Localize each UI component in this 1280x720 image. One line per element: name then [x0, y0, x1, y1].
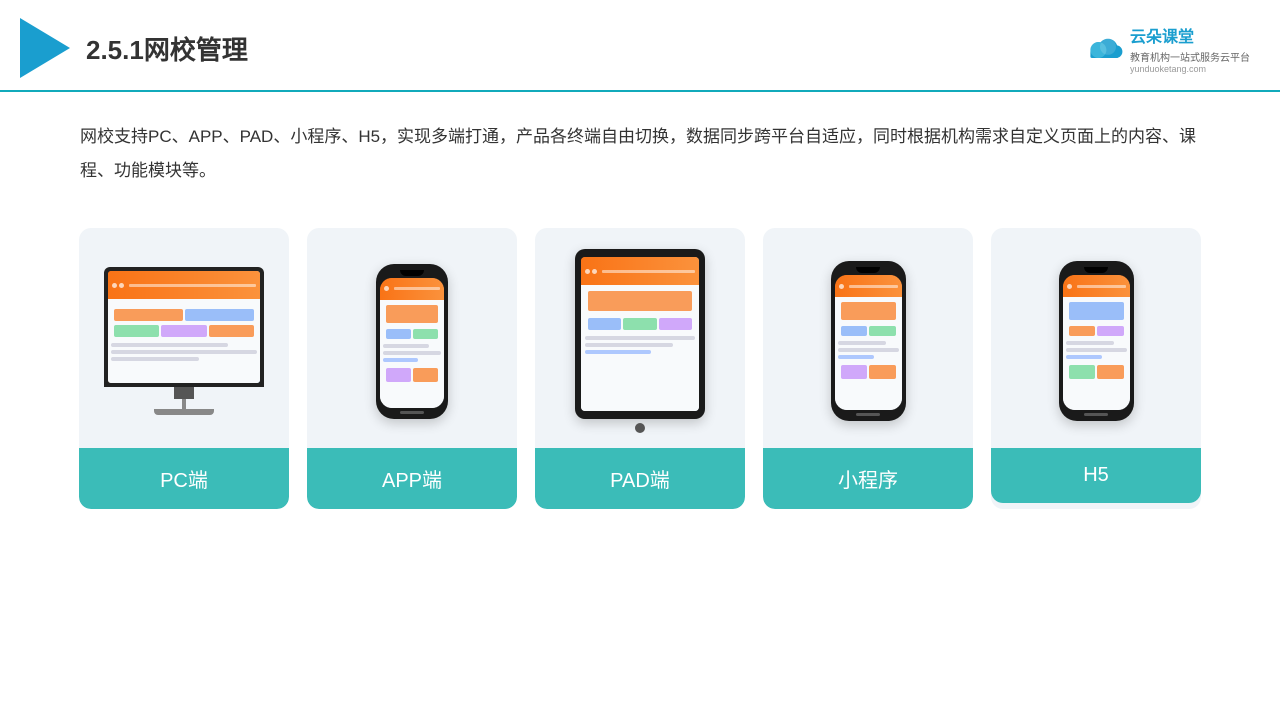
brand-logo: 云朵课堂 教育机构一站式服务云平台 yunduoketang.com — [1084, 23, 1250, 74]
card-pad: PAD端 — [535, 228, 745, 509]
page-title: 2.5.1网校管理 — [86, 30, 248, 67]
logo-triangle-icon — [20, 18, 70, 78]
card-pad-image — [535, 228, 745, 448]
card-miniprogram-image — [763, 228, 973, 448]
phone-home-bar-app — [400, 411, 424, 414]
card-miniprogram: 小程序 — [763, 228, 973, 509]
cards-container: PC端 — [0, 208, 1280, 529]
description-text: 网校支持PC、APP、PAD、小程序、H5，实现多端打通，产品各终端自由切换，数… — [0, 92, 1280, 198]
brand-tagline: 教育机构一站式服务云平台 — [1130, 49, 1250, 64]
phone-notch-app — [400, 270, 424, 276]
card-h5-image — [991, 228, 1201, 448]
header-left: 2.5.1网校管理 — [20, 18, 248, 78]
card-pc-image — [79, 228, 289, 448]
brand-name-area: 云朵课堂 教育机构一站式服务云平台 yunduoketang.com — [1130, 23, 1250, 74]
card-app: APP端 — [307, 228, 517, 509]
pc-base — [154, 409, 214, 415]
tablet-outer — [575, 249, 705, 419]
phone-screen-h5 — [1063, 275, 1130, 410]
brand-name: 云朵课堂 — [1130, 23, 1250, 47]
phone-mockup-mini — [831, 261, 906, 421]
phone-screen-mini — [835, 275, 902, 410]
pc-neck — [174, 387, 194, 399]
pc-mockup — [104, 267, 264, 415]
phone-mockup-app — [376, 264, 448, 419]
pc-stand — [182, 399, 186, 409]
description-paragraph: 网校支持PC、APP、PAD、小程序、H5，实现多端打通，产品各终端自由切换，数… — [80, 120, 1200, 188]
tablet-mockup — [575, 249, 705, 433]
cloud-icon — [1084, 34, 1124, 62]
card-app-label: APP端 — [307, 448, 517, 509]
card-pc-label: PC端 — [79, 448, 289, 509]
card-h5: H5 — [991, 228, 1201, 509]
phone-home-bar-h5 — [1084, 413, 1108, 416]
phone-outer-h5 — [1059, 261, 1134, 421]
phone-outer-mini — [831, 261, 906, 421]
pc-screen-outer — [104, 267, 264, 387]
phone-outer-app — [376, 264, 448, 419]
phone-notch-mini — [856, 267, 880, 273]
card-pc: PC端 — [79, 228, 289, 509]
brand-url: yunduoketang.com — [1130, 64, 1250, 74]
phone-screen-app — [380, 278, 444, 408]
tablet-screen — [581, 257, 699, 411]
phone-mockup-h5 — [1059, 261, 1134, 421]
phone-home-bar-mini — [856, 413, 880, 416]
tablet-home-btn — [635, 423, 645, 433]
card-miniprogram-label: 小程序 — [763, 448, 973, 509]
card-h5-label: H5 — [991, 448, 1201, 503]
phone-notch-h5 — [1084, 267, 1108, 273]
pc-screen-inner — [108, 271, 260, 383]
card-app-image — [307, 228, 517, 448]
card-pad-label: PAD端 — [535, 448, 745, 509]
header-right: 云朵课堂 教育机构一站式服务云平台 yunduoketang.com — [1084, 23, 1250, 74]
page-header: 2.5.1网校管理 云朵课堂 教育机构一站式服务云平台 yunduoketang… — [0, 0, 1280, 92]
